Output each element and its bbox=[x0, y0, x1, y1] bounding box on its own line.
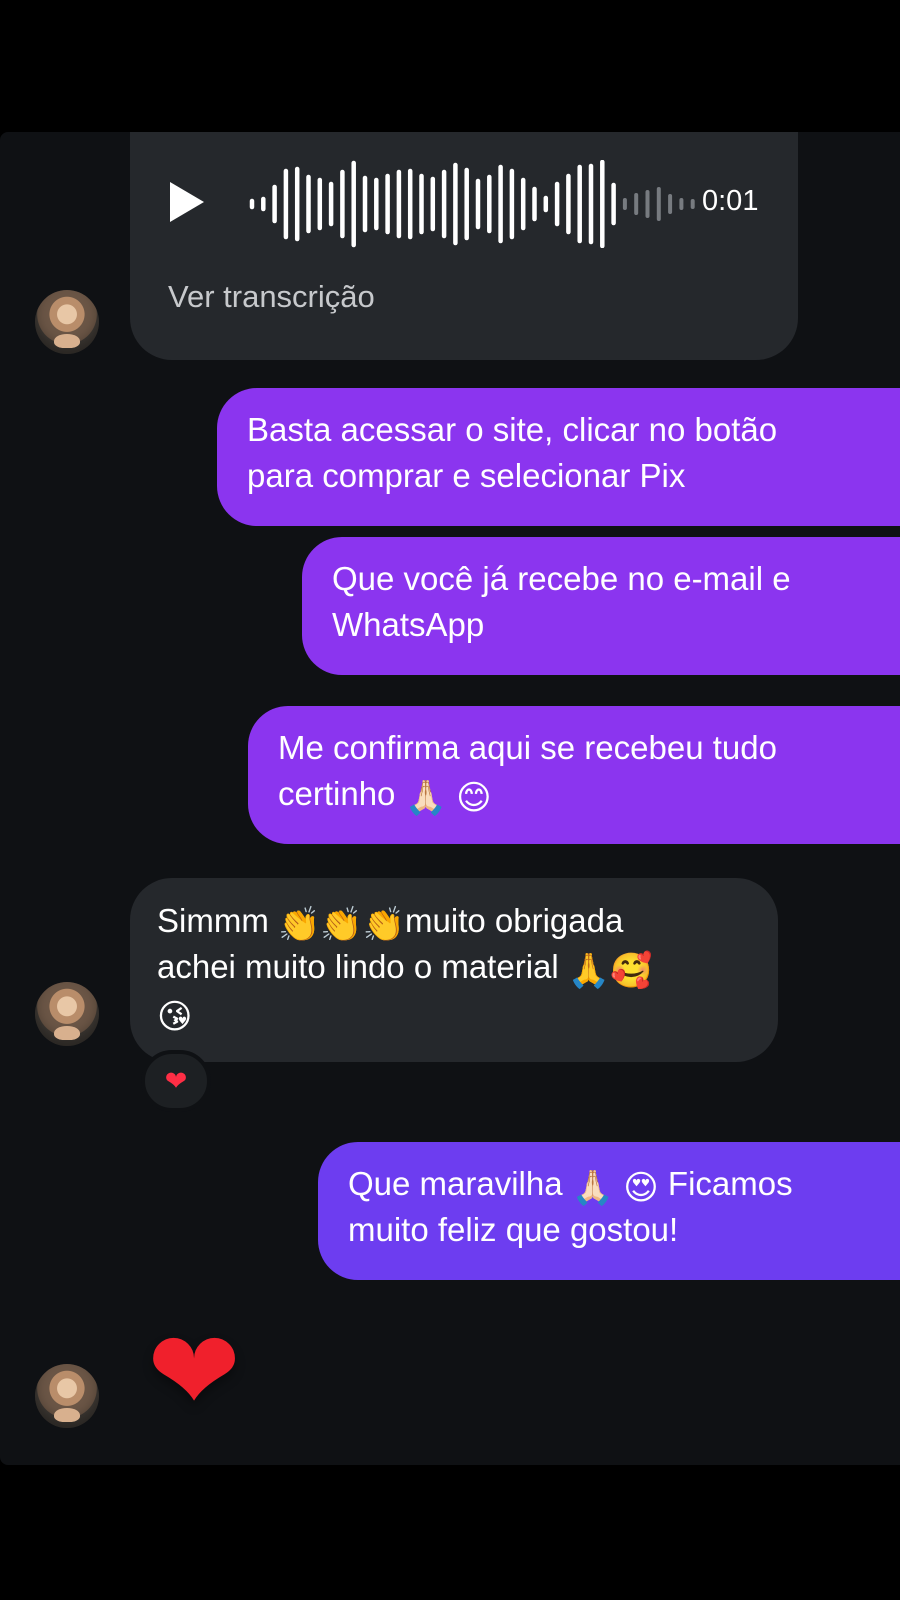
message-text-line: 😘 bbox=[157, 990, 750, 1036]
contact-avatar[interactable] bbox=[35, 1364, 99, 1428]
red-heart-emoji-icon[interactable]: ❤ bbox=[132, 1310, 256, 1434]
clapping-hands-emoji: 👏 bbox=[362, 906, 406, 944]
message-text: Ficamos bbox=[667, 1165, 793, 1202]
message-text: Simmm bbox=[157, 902, 269, 939]
voice-message-bubble[interactable]: 0:01 Ver transcrição bbox=[130, 132, 798, 360]
message-text-line: Simmm 👏👏👏muito obrigada bbox=[157, 898, 750, 944]
direct-message-thread: 0:01 Ver transcrição Basta acessar o sit… bbox=[0, 132, 900, 1465]
outgoing-message[interactable]: Me confirma aqui se recebeu tudo certinh… bbox=[248, 706, 900, 844]
clapping-hands-emoji: 👏 bbox=[277, 906, 321, 944]
praying-hands-emoji: 🙏🏻 bbox=[404, 779, 447, 817]
message-text: achei muito lindo o material bbox=[157, 948, 559, 985]
message-text-line: certinho 🙏🏻 😊 bbox=[278, 771, 872, 817]
outgoing-message[interactable]: Que você já recebe no e-mail e WhatsApp bbox=[302, 537, 900, 675]
smiling-face-emoji: 😊 bbox=[456, 779, 492, 817]
praying-hands-emoji: 🙏 bbox=[567, 952, 611, 990]
red-heart-reaction-icon[interactable]: ❤ bbox=[141, 1050, 211, 1112]
outgoing-message[interactable]: Que maravilha 🙏🏻 😍 Ficamos muito feliz q… bbox=[318, 1142, 900, 1280]
view-transcript-link[interactable]: Ver transcrição bbox=[168, 274, 375, 320]
praying-hands-emoji: 🙏🏻 bbox=[571, 1169, 615, 1207]
voice-duration: 0:01 bbox=[702, 185, 759, 217]
message-text-line: Me confirma aqui se recebeu tudo bbox=[278, 729, 777, 766]
outgoing-message[interactable]: Basta acessar o site, clicar no botão pa… bbox=[217, 388, 900, 526]
audio-waveform-icon[interactable] bbox=[242, 160, 772, 248]
message-text-line: WhatsApp bbox=[332, 606, 485, 643]
message-text-line: Basta acessar o site, clicar no botão bbox=[247, 411, 778, 448]
message-text-line: muito feliz que gostou! bbox=[348, 1211, 679, 1248]
message-text: certinho bbox=[278, 775, 396, 812]
incoming-message[interactable]: Simmm 👏👏👏muito obrigada achei muito lind… bbox=[130, 878, 778, 1062]
kissing-face-emoji: 😘 bbox=[157, 998, 193, 1036]
message-text-line: para comprar e selecionar Pix bbox=[247, 457, 686, 494]
message-text-line: achei muito lindo o material 🙏🥰 bbox=[157, 944, 750, 990]
message-text-line: Que você já recebe no e-mail e bbox=[332, 560, 791, 597]
contact-avatar[interactable] bbox=[35, 982, 99, 1046]
contact-avatar[interactable] bbox=[35, 290, 99, 354]
play-icon[interactable] bbox=[170, 182, 204, 222]
message-text-line: Que maravilha 🙏🏻 😍 Ficamos bbox=[348, 1161, 872, 1207]
smiling-face-with-hearts-emoji: 🥰 bbox=[610, 952, 653, 990]
message-text: muito obrigada bbox=[405, 902, 624, 939]
clapping-hands-emoji: 👏 bbox=[320, 906, 363, 944]
heart-eyes-emoji: 😍 bbox=[623, 1169, 659, 1207]
message-text: Que maravilha bbox=[348, 1165, 563, 1202]
